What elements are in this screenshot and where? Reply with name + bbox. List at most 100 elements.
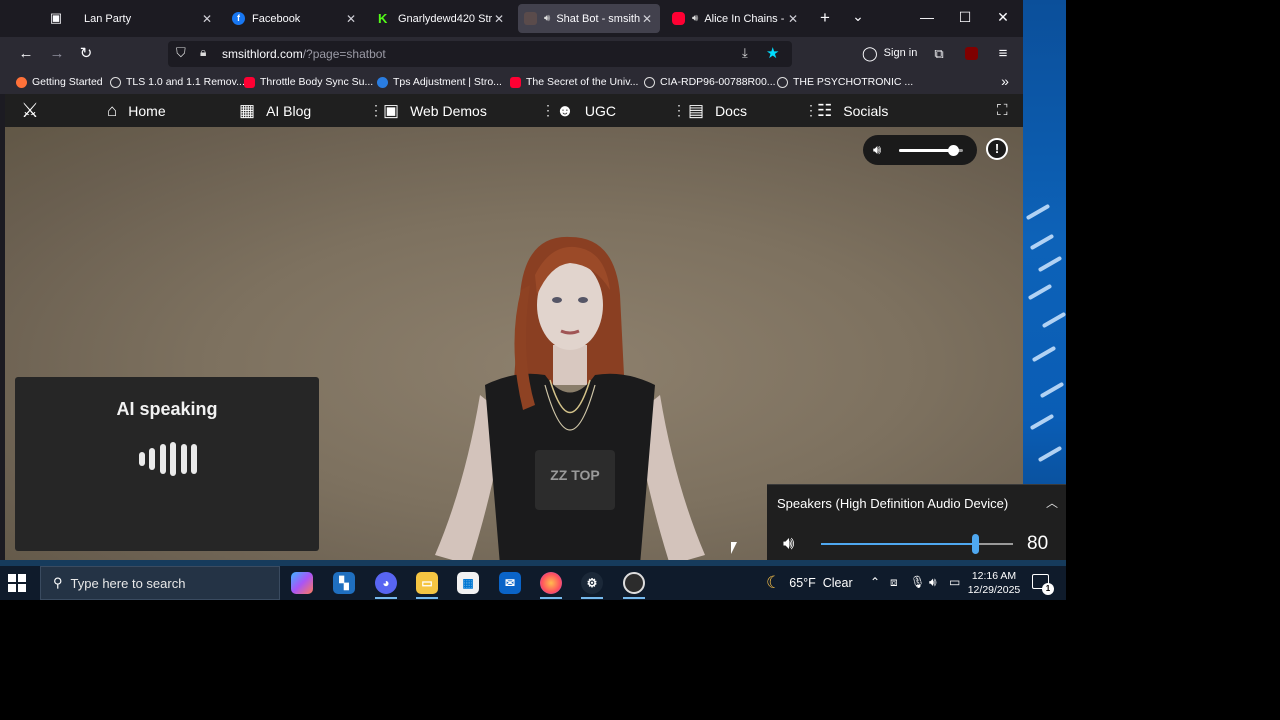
close-icon[interactable]: ✕: [640, 12, 654, 26]
back-icon[interactable]: ←: [15, 43, 37, 65]
weather-widget[interactable]: ☾ 65°F Clear: [766, 566, 853, 600]
tab-overview-icon[interactable]: ▣: [45, 7, 67, 29]
file-app-icon[interactable]: ▚: [333, 572, 355, 594]
url-bar[interactable]: ⛉ 🔒︎ smsithlord.com/?page=shatbot ⤓ ★: [168, 41, 792, 67]
minimize-icon[interactable]: —: [917, 9, 937, 25]
volume-slider[interactable]: [821, 534, 1013, 554]
show-hidden-icons-icon[interactable]: ⌃: [870, 575, 880, 589]
bookmark-item[interactable]: THE PSYCHOTRONIC ...: [777, 75, 913, 89]
bookmark-label: Throttle Body Sync Su...: [260, 76, 374, 88]
nav-docs[interactable]: ▤ Docs: [688, 94, 747, 127]
bookmark-star-icon[interactable]: ★: [766, 44, 779, 62]
speaker-icon[interactable]: 🔊︎: [783, 533, 794, 554]
more-dots-icon[interactable]: ⋮: [369, 102, 383, 119]
volume-thumb[interactable]: [971, 534, 979, 554]
speaker-icon[interactable]: 🔊︎: [873, 142, 881, 158]
bookmark-item[interactable]: The Secret of the Univ...: [510, 75, 638, 89]
tab-title: Facebook: [252, 12, 301, 25]
tab-title: Lan Party: [84, 12, 132, 25]
speaker-icon[interactable]: 🔊︎: [692, 13, 698, 24]
tab-lan-party[interactable]: Lan Party ✕: [78, 4, 220, 33]
site-volume-slider[interactable]: [899, 145, 963, 156]
tab-alice-in-chains[interactable]: 🔊︎ Alice In Chains - D ✕: [666, 4, 806, 33]
close-icon[interactable]: ✕: [492, 12, 506, 26]
discord-icon[interactable]: ◕: [375, 572, 397, 594]
steam-icon[interactable]: ⚙: [581, 572, 603, 594]
tab-strip: ▣ Lan Party ✕ f Facebook ✕ K Gnarlydewd4…: [0, 0, 1023, 37]
reload-icon[interactable]: ↻: [75, 43, 97, 65]
nav-home[interactable]: ⌂ Home: [107, 94, 166, 127]
speaker-icon[interactable]: 🔊︎: [544, 13, 550, 24]
close-icon[interactable]: ✕: [200, 12, 214, 26]
bookmark-item[interactable]: Tps Adjustment | Stro...: [377, 75, 502, 89]
fullscreen-icon[interactable]: ⛶: [997, 94, 1008, 127]
bookmark-item[interactable]: Getting Started: [16, 75, 103, 89]
clock-time: 12:16 AM: [971, 570, 1017, 582]
more-dots-icon[interactable]: ⋮: [672, 102, 686, 119]
new-tab-icon[interactable]: +: [815, 8, 835, 28]
shirt-print-text: ZZ TOP: [550, 467, 600, 483]
search-placeholder: Type here to search: [70, 575, 186, 591]
forward-icon[interactable]: →: [46, 43, 68, 65]
nav-ugc[interactable]: ☻ UGC: [556, 94, 616, 127]
user-icon: ☻: [556, 100, 574, 120]
more-bookmarks-icon[interactable]: »: [994, 70, 1016, 92]
volume-fill: [899, 149, 954, 152]
windows-start-icon[interactable]: [8, 574, 26, 592]
volume-knob[interactable]: [948, 145, 960, 156]
ai-status-panel: AI speaking: [15, 377, 319, 551]
nav-label: Web Demos: [410, 102, 487, 119]
bookmark-item[interactable]: CIA-RDP96-00788R00...: [644, 75, 776, 89]
moon-icon: ☾: [766, 573, 782, 592]
tab-title: Gnarlydewd420 Stream: [398, 12, 492, 25]
youtube-icon: [510, 76, 521, 88]
microphone-icon[interactable]: 🎙︎: [910, 575, 925, 589]
close-icon[interactable]: ✕: [786, 12, 800, 26]
lock-icon[interactable]: 🔒︎: [200, 45, 206, 60]
nav-web-demos[interactable]: ▣ Web Demos: [383, 94, 487, 127]
bookmark-label: Tps Adjustment | Stro...: [393, 76, 502, 88]
mail-icon[interactable]: ✉: [499, 572, 521, 594]
nav-label: AI Blog: [266, 102, 312, 119]
taskbar-search-input[interactable]: ⚲ Type here to search: [40, 566, 280, 600]
info-alert-icon[interactable]: !: [986, 138, 1008, 160]
notification-center-icon[interactable]: 1: [1032, 574, 1054, 595]
nav-socials[interactable]: ☷ Socials: [817, 94, 888, 127]
tab-kick-stream[interactable]: K Gnarlydewd420 Stream ✕: [372, 4, 512, 33]
tab-facebook[interactable]: f Facebook ✕: [226, 4, 364, 33]
maximize-icon[interactable]: ☐: [955, 9, 975, 26]
volume-tray-icon[interactable]: 🔊︎: [929, 575, 937, 590]
chevron-up-icon[interactable]: ︿: [1046, 494, 1058, 511]
bookmark-label: CIA-RDP96-00788R00...: [660, 76, 776, 88]
file-explorer-icon[interactable]: ▭: [416, 572, 438, 594]
menu-icon[interactable]: ≡: [992, 43, 1014, 65]
more-dots-icon[interactable]: ⋮: [804, 102, 818, 119]
meet-now-icon[interactable]: ⧈: [890, 575, 898, 590]
network-icon[interactable]: ▭: [949, 575, 960, 589]
site-logo-icon[interactable]: ⚔︎: [21, 94, 39, 127]
bookmarks-toolbar: Getting Started TLS 1.0 and 1.1 Remov...…: [0, 70, 1023, 94]
taskbar-clock[interactable]: 12:16 AM 12/29/2025: [962, 569, 1026, 597]
bookmark-item[interactable]: Throttle Body Sync Su...: [244, 75, 373, 89]
bookmark-label: THE PSYCHOTRONIC ...: [793, 76, 914, 88]
tab-shat-bot[interactable]: 🔊︎ Shat Bot - smsith ✕: [518, 4, 660, 33]
download-page-icon[interactable]: ⤓: [742, 45, 748, 61]
microsoft-store-icon[interactable]: ▦: [457, 572, 479, 594]
audio-device-name[interactable]: Speakers (High Definition Audio Device): [777, 496, 1008, 511]
close-icon[interactable]: ✕: [344, 12, 358, 26]
more-dots-icon[interactable]: ⋮: [541, 102, 555, 119]
ublock-icon[interactable]: [960, 43, 982, 65]
window-close-icon[interactable]: ✕: [993, 9, 1013, 26]
bookmark-item[interactable]: TLS 1.0 and 1.1 Remov...: [110, 75, 245, 89]
firefox-icon[interactable]: [540, 572, 562, 594]
tracking-shield-icon[interactable]: ⛉: [176, 45, 186, 61]
globe-icon: [777, 76, 788, 88]
extensions-icon[interactable]: ⧉: [928, 43, 950, 65]
nav-ai-blog[interactable]: ▦ AI Blog: [239, 94, 311, 127]
list-tabs-chevron-icon[interactable]: ⌄: [848, 8, 868, 25]
copilot-icon[interactable]: [291, 572, 313, 594]
kick-icon: K: [378, 11, 388, 26]
nav-label: UGC: [584, 102, 617, 119]
sign-in-button[interactable]: ◯ Sign in: [862, 42, 917, 64]
obs-icon[interactable]: [623, 572, 645, 594]
